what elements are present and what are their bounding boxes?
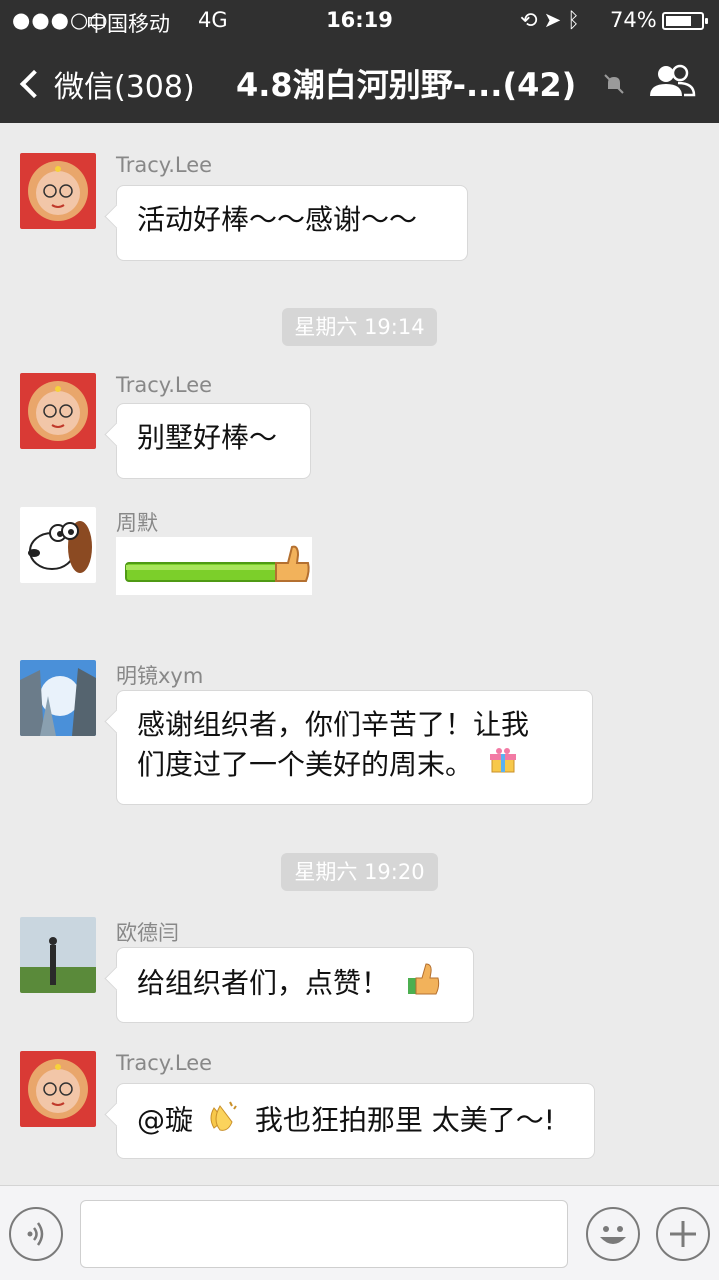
message-text: 我也狂拍那里 太美了～! (254, 1103, 555, 1137)
tracy-avatar[interactable] (20, 1051, 96, 1127)
top-bar: ●●●○○ 中国移动 4G 16:19 ⟲➤ᛒ 74% 微信(308) 4.8潮… (0, 0, 719, 123)
mention-text: @璇 (137, 1103, 194, 1137)
battery-percent: 74% (610, 8, 657, 32)
message-bubble[interactable]: @璇 我也狂拍那里 太美了～! (116, 1083, 595, 1159)
rotation-lock-icon: ⟲ (520, 8, 544, 32)
nav-bar: 微信(308) 4.8潮白河别野-...(42) (0, 40, 719, 123)
input-bar (0, 1185, 719, 1280)
message-text: 们度过了一个美好的周末。 (137, 748, 474, 781)
landscape-avatar[interactable] (20, 917, 96, 993)
message-input[interactable] (80, 1200, 568, 1268)
message-text: 给组织者们，点赞！ (137, 966, 390, 1000)
chevron-left-icon (19, 69, 49, 99)
clapping-hands-emoji (206, 1098, 242, 1145)
tracy-avatar[interactable] (20, 373, 96, 449)
message-bubble[interactable]: 感谢组织者，你们辛苦了！让我 们度过了一个美好的周末。 (116, 690, 593, 805)
voice-icon (27, 1222, 44, 1246)
message-text-line: 们度过了一个美好的周末。 (137, 745, 572, 787)
chat-area[interactable]: Tracy.Lee 活动好棒～～感谢～～ 星期六 19:14 Tracy.Lee… (0, 123, 719, 1185)
voice-button[interactable] (9, 1207, 63, 1261)
plus-button[interactable] (656, 1207, 710, 1261)
sender-name: Tracy.Lee (116, 373, 213, 397)
battery-fill (666, 16, 691, 26)
status-bar: ●●●○○ 中国移动 4G 16:19 ⟲➤ᛒ 74% (0, 0, 719, 40)
message-text: 活动好棒～～感谢～～ (137, 203, 418, 236)
plus-icon (670, 1221, 696, 1247)
smiley-icon (600, 1226, 626, 1244)
message-bubble[interactable]: 给组织者们，点赞！ (116, 947, 474, 1023)
dog-avatar[interactable] (20, 507, 96, 583)
thumbs-up-emoji (406, 962, 440, 1007)
sender-name: 欧德闫 (116, 921, 179, 945)
tracy-avatar[interactable] (20, 153, 96, 229)
gift-emoji (488, 746, 518, 787)
back-button[interactable]: 微信(308) (18, 62, 195, 106)
sender-name: Tracy.Lee (116, 153, 213, 177)
group-people-icon[interactable] (648, 62, 696, 102)
message-text: 别墅好棒～ (137, 421, 278, 454)
thumbs-up-bar-sticker[interactable] (116, 537, 312, 595)
chat-title: 4.8潮白河别野-...(42) (236, 66, 577, 104)
message-bubble[interactable]: 别墅好棒～ (116, 403, 311, 479)
sky-buildings-avatar[interactable] (20, 660, 96, 736)
sender-name: 周默 (116, 511, 158, 535)
back-label: 微信(308) (54, 70, 195, 105)
emoji-button[interactable] (586, 1207, 640, 1261)
sender-name: 明镜xym (116, 664, 204, 688)
timestamp: 星期六 19:20 (281, 853, 438, 891)
location-icon: ➤ (543, 8, 568, 32)
sender-name: Tracy.Lee (116, 1051, 213, 1075)
bell-muted-icon (604, 74, 624, 94)
message-text-line: 感谢组织者，你们辛苦了！让我 (137, 708, 530, 741)
bluetooth-icon: ᛒ (567, 8, 586, 32)
message-bubble[interactable]: 活动好棒～～感谢～～ (116, 185, 468, 261)
timestamp: 星期六 19:14 (282, 308, 437, 346)
battery-icon (662, 12, 708, 30)
status-icons: ⟲➤ᛒ (520, 8, 586, 32)
